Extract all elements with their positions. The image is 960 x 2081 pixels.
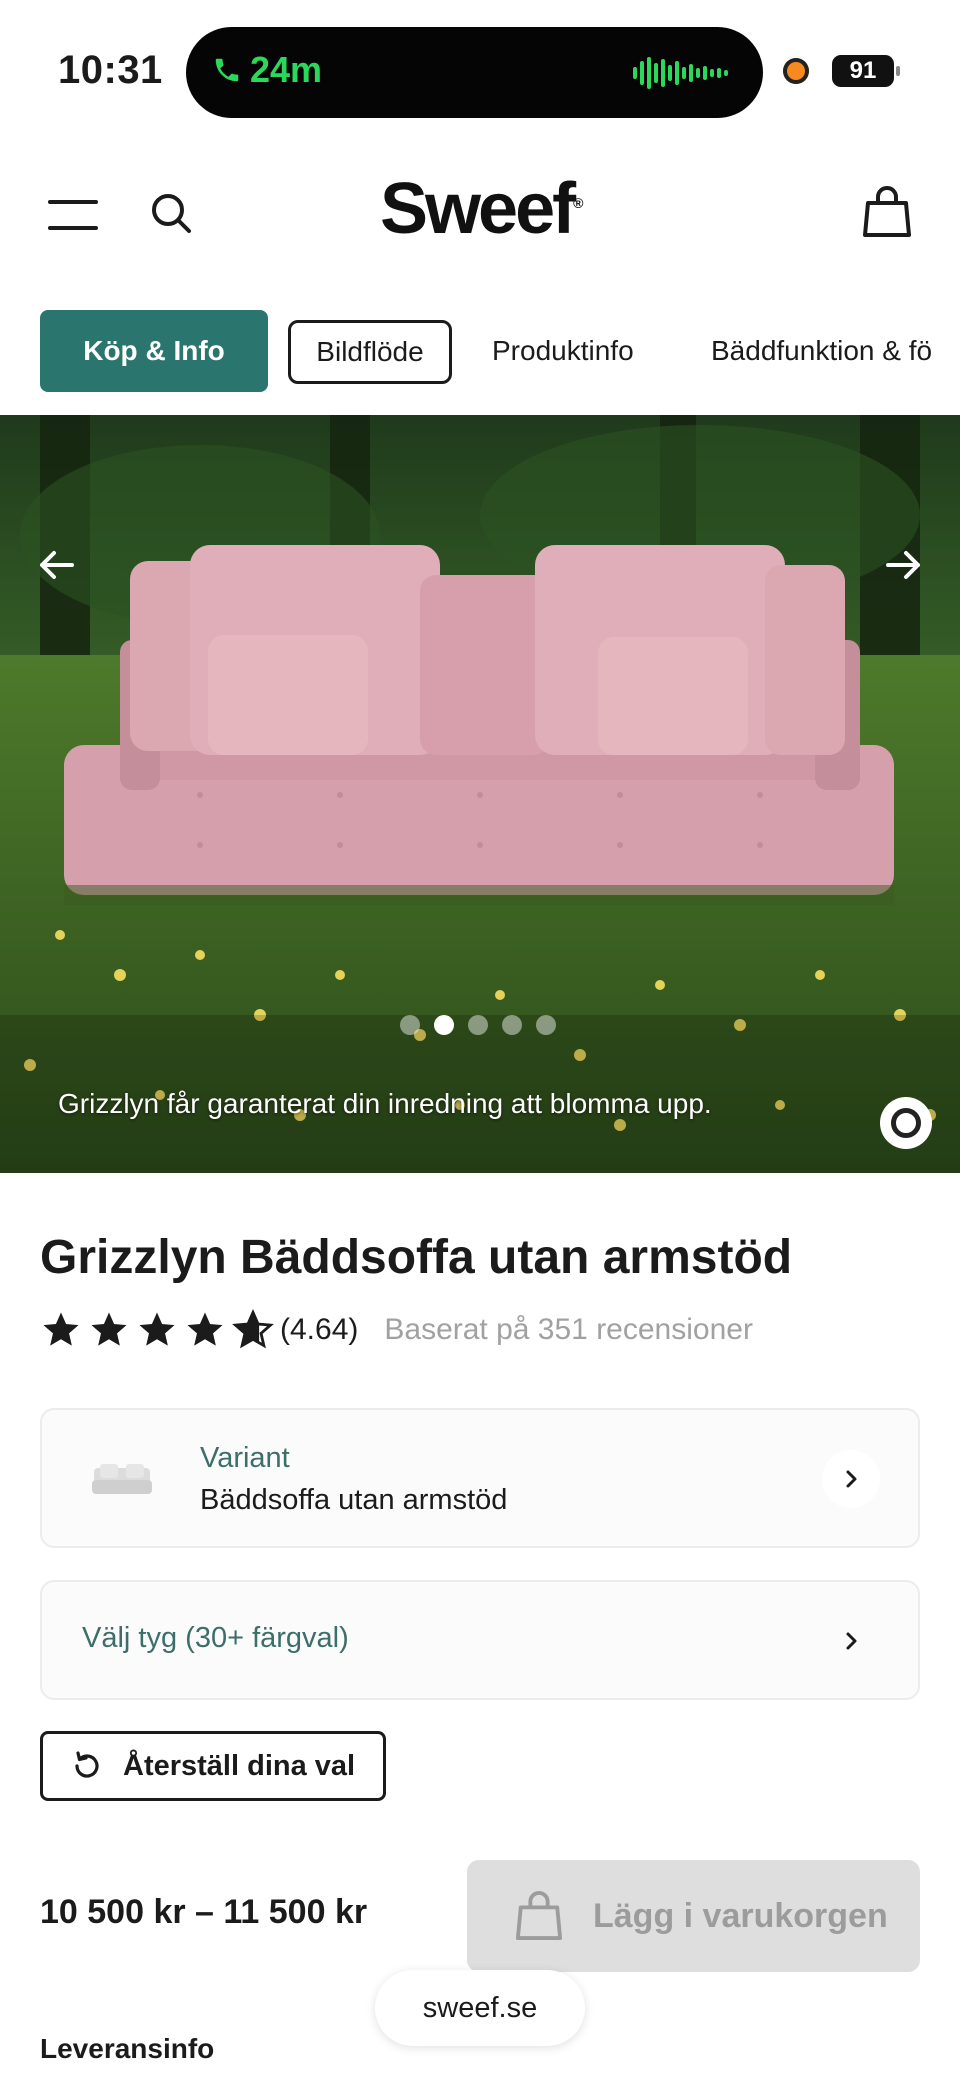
shopping-bag-icon[interactable] xyxy=(862,185,912,239)
star-full-icon xyxy=(139,1312,175,1346)
delivery-info-heading: Leveransinfo xyxy=(40,2033,215,2064)
reset-choices-button[interactable]: Återställ dina val xyxy=(40,1731,386,1801)
section-tabs: Köp & Info Bildflöde Produktinfo Bäddfun… xyxy=(0,308,960,398)
sweef-logo[interactable]: Sweef® xyxy=(380,168,583,250)
battery-level: 91 xyxy=(849,57,877,84)
fabric-label: Välj tyg (30+ färgval) xyxy=(82,1622,349,1654)
tab-baddfunktion[interactable]: Bäddfunktion & fö xyxy=(711,310,932,392)
chevron-right-icon xyxy=(846,1632,857,1650)
carousel-dot[interactable] xyxy=(502,1015,522,1035)
carousel-dot[interactable] xyxy=(468,1015,488,1035)
battery-icon: 91 xyxy=(832,55,900,87)
browser-url-bar[interactable]: sweef.se xyxy=(375,1970,585,2046)
chevron-right-icon xyxy=(846,1470,857,1488)
carousel-next-arrow-icon[interactable] xyxy=(872,535,932,595)
star-full-icon xyxy=(187,1312,223,1346)
variant-chevron-button[interactable] xyxy=(822,1450,880,1508)
product-image-carousel[interactable]: Grizzlyn får garanterat din inredning at… xyxy=(0,415,960,1173)
status-time: 10:31 xyxy=(58,48,163,92)
status-bar: 10:31 24m 91 xyxy=(0,0,960,140)
rating-score: (4.64) xyxy=(280,1313,359,1346)
site-header: Sweef® xyxy=(0,150,960,280)
fabric-chevron-button[interactable] xyxy=(822,1612,880,1670)
star-partial-icon xyxy=(232,1309,274,1349)
logo-text: Sweef xyxy=(380,169,576,249)
image-zoom-icon[interactable] xyxy=(880,1097,932,1149)
dynamic-island[interactable]: 24m xyxy=(186,27,763,118)
tab-bildflode[interactable]: Bildflöde xyxy=(288,320,452,384)
audio-waveform-icon xyxy=(633,57,728,89)
carousel-dot[interactable] xyxy=(400,1015,420,1035)
fabric-selector[interactable]: Välj tyg (30+ färgval) xyxy=(40,1580,920,1700)
call-indicator: 24m xyxy=(212,49,322,91)
carousel-dots xyxy=(400,1015,556,1035)
product-rating[interactable]: (4.64) Baserat på 351 recensioner xyxy=(40,1308,753,1352)
tab-kop-info[interactable]: Köp & Info xyxy=(40,310,268,392)
reset-icon xyxy=(75,1751,99,1778)
star-full-icon xyxy=(43,1312,79,1346)
review-count[interactable]: Baserat på 351 recensioner xyxy=(384,1313,753,1347)
search-icon[interactable] xyxy=(148,190,194,236)
rating-stars xyxy=(40,1309,274,1351)
variant-label: Variant xyxy=(200,1442,290,1474)
recording-indicator-icon xyxy=(783,58,809,84)
add-to-cart-button[interactable]: Lägg i varukorgen xyxy=(467,1860,920,1972)
logo-registered-mark: ® xyxy=(573,195,584,211)
star-full-icon xyxy=(91,1312,127,1346)
carousel-prev-arrow-icon[interactable] xyxy=(28,535,88,595)
sofa-thumbnail-icon xyxy=(92,1464,152,1494)
add-to-cart-label: Lägg i varukorgen xyxy=(593,1896,888,1935)
url-text: sweef.se xyxy=(422,1991,538,2024)
reset-label: Återställ dina val xyxy=(123,1749,356,1782)
variant-value: Bäddsoffa utan armstöd xyxy=(200,1484,508,1516)
hamburger-menu-icon[interactable] xyxy=(48,200,98,232)
product-title: Grizzlyn Bäddsoffa utan armstöd xyxy=(40,1231,793,1284)
variant-selector[interactable]: Variant Bäddsoffa utan armstöd xyxy=(40,1408,920,1548)
carousel-dot[interactable] xyxy=(536,1015,556,1035)
shopping-bag-icon xyxy=(515,1891,563,1940)
phone-icon xyxy=(215,58,239,82)
price-range: 10 500 kr – 11 500 kr xyxy=(40,1893,368,1931)
call-duration: 24m xyxy=(250,49,323,90)
tab-produktinfo[interactable]: Produktinfo xyxy=(492,310,634,392)
image-caption: Grizzlyn får garanterat din inredning at… xyxy=(58,1088,712,1119)
sofa-in-meadow-image xyxy=(0,415,960,1173)
carousel-dot-active[interactable] xyxy=(434,1015,454,1035)
